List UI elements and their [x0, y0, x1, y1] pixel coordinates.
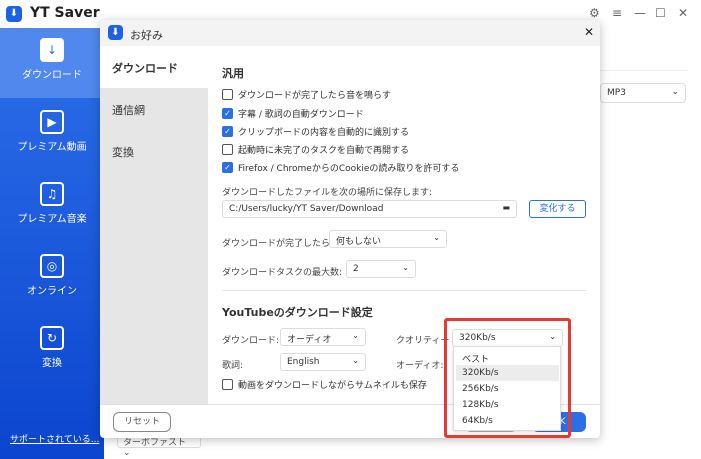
save-path-input[interactable]: C:/Users/lucky/YT Saver/Download ▬ [222, 200, 517, 218]
lyrics-label: 歌詞: [222, 361, 244, 371]
sidebar-item-premium-video[interactable]: ▶ プレミアム動画 [0, 100, 104, 170]
dialog-title: お好み [130, 29, 163, 42]
after-download-select[interactable]: 何もしない ⌄ [329, 230, 447, 248]
checkmark-icon: ✓ [222, 162, 233, 173]
after-download-label: ダウンロードが完了したら [222, 239, 331, 249]
save-path-value: C:/Users/lucky/YT Saver/Download [229, 204, 384, 214]
checkmark-icon: ✓ [222, 126, 233, 137]
sidebar-item-label: プレミアム音楽 [17, 214, 87, 225]
max-tasks-label: ダウンロードタスクの最大数: [222, 268, 343, 278]
dialog-header: ⬇ お好み ✕ [100, 20, 600, 46]
sidebar-item-label: オンライン [27, 286, 77, 297]
sidebar-item-online[interactable]: ◎ オンライン [0, 244, 104, 314]
chevron-down-icon: ⌄ [352, 356, 359, 365]
checkbox-resume[interactable]: 起動時に未完了のタスクを自動で再開する [222, 143, 409, 156]
max-tasks-select[interactable]: 2 ⌄ [346, 260, 416, 278]
chevron-down-icon: ⌄ [671, 87, 679, 97]
download-type-select[interactable]: オーディオ ⌄ [280, 328, 366, 346]
support-link[interactable]: サポートされている... [10, 432, 99, 445]
checkbox-icon [222, 144, 233, 155]
dialog-nav: ダウンロード 通信網 変換 [100, 46, 208, 404]
format-select[interactable]: MP3 ⌄ [600, 83, 686, 103]
sidebar: ↓ ダウンロード ▶ プレミアム動画 ♫ プレミアム音楽 ◎ オンライン ↻ 変換 [0, 28, 104, 459]
app-logo-icon: ⬇ [6, 6, 22, 22]
divider [222, 290, 587, 291]
app-logo-icon: ⬇ [108, 25, 123, 40]
checkbox-label: 動画をダウンロードしながらサムネイルも保存 [238, 381, 427, 391]
sidebar-item-premium-music[interactable]: ♫ プレミアム音楽 [0, 172, 104, 242]
save-location-label: ダウンロードしたファイルを次の場所に保存します: [222, 188, 433, 198]
after-download-value: 何もしない [336, 237, 382, 247]
close-icon[interactable]: ✕ [584, 25, 594, 39]
checkbox-cookie[interactable]: ✓ Firefox / ChromeからのCookieの読み取りを許可する [222, 161, 459, 174]
checkbox-label: 字幕 / 歌詞の自動ダウンロード [238, 110, 364, 120]
checkbox-label: 起動時に未完了のタスクを自動で再開する [238, 146, 410, 156]
checkbox-clipboard[interactable]: ✓ クリップボードの内容を自動的に識別する [222, 125, 409, 138]
reset-button[interactable]: リセット [113, 412, 171, 432]
play-icon: ▶ [40, 110, 64, 134]
general-heading: 汎用 [222, 67, 244, 80]
format-value: MP3 [607, 88, 626, 98]
speed-value: ターボファスト [123, 438, 187, 448]
nav-convert[interactable]: 変換 [100, 130, 208, 172]
lyrics-value: English [287, 357, 320, 367]
nav-network[interactable]: 通信網 [100, 88, 208, 130]
folder-icon[interactable]: ▬ [502, 203, 510, 212]
checkbox-thumbnail[interactable]: 動画をダウンロードしながらサムネイルも保存 [222, 378, 427, 391]
checkbox-label: ダウンロードが完了したら音を鳴らす [238, 91, 391, 101]
quality-label: クオリティー [396, 336, 450, 346]
download-icon: ↓ [40, 38, 64, 62]
highlight-box [444, 318, 571, 438]
sidebar-item-convert[interactable]: ↻ 変換 [0, 316, 104, 386]
maximize-icon[interactable]: ☐ [655, 6, 666, 20]
minimize-icon[interactable]: — [634, 6, 646, 20]
app-title: YT Saver [30, 5, 100, 21]
checkbox-icon [222, 379, 233, 390]
checkbox-sound[interactable]: ダウンロードが完了したら音を鳴らす [222, 88, 391, 101]
menu-icon[interactable]: ≡ [612, 6, 622, 20]
chevron-down-icon: ⌄ [433, 233, 440, 242]
checkbox-label: Firefox / ChromeからのCookieの読み取りを許可する [238, 164, 460, 174]
checkbox-subtitles[interactable]: ✓ 字幕 / 歌詞の自動ダウンロード [222, 107, 364, 120]
chevron-down-icon: ⌄ [123, 448, 131, 458]
music-icon: ♫ [40, 182, 64, 206]
checkmark-icon: ✓ [222, 108, 233, 119]
sidebar-item-label: 変換 [42, 358, 62, 369]
close-icon[interactable]: ✕ [678, 6, 688, 20]
sidebar-item-download[interactable]: ↓ ダウンロード [0, 28, 104, 98]
nav-download[interactable]: ダウンロード [100, 46, 208, 88]
max-tasks-value: 2 [353, 264, 359, 274]
divider [600, 70, 688, 71]
chevron-down-icon: ⌄ [402, 263, 409, 272]
lyrics-select[interactable]: English ⌄ [280, 353, 366, 371]
globe-icon: ◎ [40, 254, 64, 278]
change-button[interactable]: 変化する [529, 200, 586, 218]
sidebar-item-label: プレミアム動画 [17, 142, 87, 153]
checkbox-label: クリップボードの内容を自動的に識別する [238, 128, 410, 138]
gear-icon[interactable]: ⚙ [589, 6, 600, 20]
download-type-value: オーディオ [287, 335, 332, 345]
audio-label: オーディオ: [396, 361, 444, 371]
checkbox-icon [222, 89, 233, 100]
convert-icon: ↻ [40, 326, 64, 350]
sidebar-item-label: ダウンロード [22, 70, 82, 81]
youtube-heading: YouTubeのダウンロード設定 [222, 306, 373, 319]
download-type-label: ダウンロード: [222, 336, 280, 346]
chevron-down-icon: ⌄ [352, 331, 359, 340]
